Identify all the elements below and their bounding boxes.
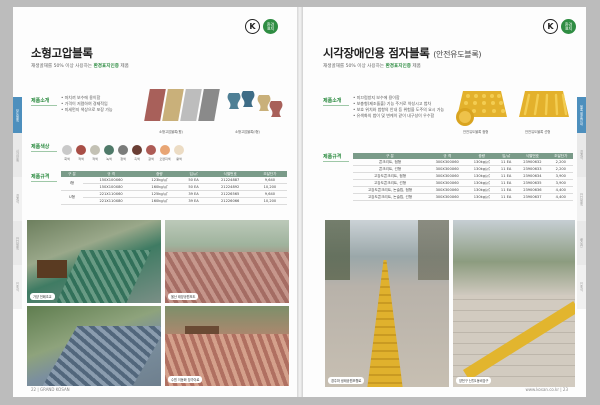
color-swatch: 황색: [173, 145, 185, 161]
side-tab[interactable]: 경계석: [13, 177, 22, 221]
swatch-dot: [174, 145, 184, 155]
divider: [31, 105, 57, 106]
page-title: 시각장애인용 점자블록 (안전유도블록): [323, 46, 482, 60]
feature-item: • 미세먼지 색상으로 포장 가능: [61, 107, 113, 112]
page-folio: www.kosan.co.kr | 23: [525, 387, 568, 392]
color-swatch: 청색: [117, 145, 129, 161]
color-swatch: 녹색: [103, 145, 115, 161]
divider: [323, 161, 349, 162]
table-row: 콘크리트, 선형 300X300X60 130kg/㎡ 11 EA 23900633 2,…: [353, 165, 573, 173]
swatch-dot: [104, 145, 114, 155]
tactile-block-dot: [453, 87, 513, 129]
page-subtitle: 재생골재를 50% 이상 사용하는 환경표지인증 제품: [323, 64, 421, 69]
spec-table: 구 분 규 격 중량 입/㎡ 식별번호 조달단가 I형 150X100X60 12…: [61, 171, 287, 205]
side-tab[interactable]: 시각장애: [13, 133, 22, 177]
side-tab[interactable]: 인조석: [13, 265, 22, 309]
divider: [31, 151, 57, 152]
table-row: 150X100X80 160kg/㎡ 50 EA 21224892 10,200: [61, 183, 287, 191]
right-page: 블록 제품안내 경계석 잔디블록 배수관 인조석 K 환경 표지 시각장애인용 점…: [303, 7, 586, 397]
ks-mark-icon: K: [245, 19, 260, 34]
photo-park-path: 가양 전폐초교: [27, 220, 161, 303]
table-row: U형 221X110X60 125kg/㎡ 39 EA 21226565 9,640: [61, 190, 287, 205]
feature-list: • 마치끼 보수에 용이함 • 가격이 저렴하여 경제적임 • 미세먼지 색상으…: [61, 95, 113, 113]
color-swatch: 오렌지색: [159, 145, 171, 161]
divider: [31, 181, 57, 182]
photo-garden-path: [27, 306, 161, 386]
tactile-block-line: [517, 87, 573, 129]
side-tab-active[interactable]: 블록 제품안내: [577, 97, 586, 133]
left-page: 보도블록 시각장애 경계석 잔디블록 인조석 K 환경 표지 소형고압블록 재생골…: [13, 7, 297, 397]
certification-logos: K 환경 표지: [245, 19, 278, 34]
photo-caption: 수원 이동화 장가야로: [168, 376, 203, 383]
right-side-tabs: 블록 제품안내 경계석 잔디블록 배수관 인조석: [577, 7, 586, 397]
photo-tactile-sidewalk: 경주마 생태공원보행로: [325, 220, 449, 387]
color-swatch: 적색: [75, 145, 87, 161]
eco-label-icon: 환경 표지: [561, 19, 576, 34]
side-tab[interactable]: 잔디블록: [13, 221, 22, 265]
page-title: 소형고압블록: [31, 46, 93, 60]
photo-plaza: 울산 태양공원보도: [165, 220, 289, 303]
photo-bench-walkway: 수원 이동화 장가야로: [165, 306, 289, 386]
color-swatches: 회색 적색 적색 녹색 청색 흑색 갈색 오렌지색 황색: [61, 145, 185, 161]
swatch-dot: [62, 145, 72, 155]
swatch-dot: [146, 145, 156, 155]
side-tab[interactable]: 잔디블록: [577, 177, 586, 221]
side-tab-active[interactable]: 보도블록: [13, 97, 22, 133]
block-image-i-shape: [225, 87, 285, 127]
color-swatch: 흑색: [131, 145, 143, 161]
divider: [323, 105, 349, 106]
color-swatch: 적색: [89, 145, 101, 161]
swatch-dot: [90, 145, 100, 155]
spec-table: 구 분 규 격 중량 입/㎡ 식별번호 조달단가 콘크리트, 점형 300X300…: [353, 153, 573, 201]
eco-label-icon: 환경 표지: [263, 19, 278, 34]
page-folio: 22 | GRAND KOSAN: [31, 387, 70, 392]
side-tab[interactable]: 인조석: [577, 265, 586, 309]
photo-caption: 울산 태양공원보도: [168, 293, 199, 300]
side-tab[interactable]: 배수관: [577, 221, 586, 265]
certification-logos: K 환경 표지: [543, 19, 576, 34]
features-heading: 제품소개: [31, 98, 50, 104]
table-row: 고강도콘크리트, 점형 300X300X60 130kg/㎡ 11 EA 2390063…: [353, 172, 573, 180]
swatch-dot: [132, 145, 142, 155]
block-caption: 소형고압블록(I형): [235, 130, 260, 134]
spec-heading: 제품규격: [323, 154, 342, 160]
feature-list: • 미끄럼방지 보수에 용이함 • 보충형(제조돌출) 기능 주거로 약성시고 …: [353, 95, 444, 119]
block-caption: 안전유도블록 점형: [463, 130, 489, 134]
feature-item: • 유색화의 범이 및 변케이 같이 내구성이 우수함: [353, 113, 435, 118]
photo-caption: 경주마 생태공원보행로: [328, 377, 365, 384]
ks-mark-icon: K: [543, 19, 558, 34]
swatch-dot: [160, 145, 170, 155]
colors-heading: 제품색상: [31, 144, 50, 150]
swatch-dot: [76, 145, 86, 155]
swatch-dot: [118, 145, 128, 155]
color-swatch: 회색: [61, 145, 73, 161]
photo-caption: 양천구 신월1동비앙구: [456, 377, 492, 384]
table-row: 고강도콘크리트, 선형 300X300X60 130kg/㎡ 11 EA 2390063…: [353, 179, 573, 187]
left-side-tabs: 보도블록 시각장애 경계석 잔디블록 인조석: [13, 7, 22, 397]
photo-tactile-walkway: 양천구 신월1동비앙구: [453, 220, 575, 387]
spec-heading: 제품규격: [31, 174, 50, 180]
features-heading: 제품소개: [323, 98, 342, 104]
table-row: 221X110X80 160kg/㎡ 39 EA 21226066 10,200: [61, 197, 287, 205]
table-row: 고강도콘크리트, 논슬립, 점형 300X300X60 130kg/㎡ 11 EA 23…: [353, 186, 573, 194]
table-row: 고강도콘크리트, 논슬립, 선형 300X300X60 130kg/㎡ 11 EA 23…: [353, 193, 573, 201]
page-subtitle: 재생골재를 50% 이상 사용하는 환경표지인증 제품: [31, 64, 129, 69]
photo-caption: 가양 전폐초교: [30, 293, 55, 300]
color-swatch: 갈색: [145, 145, 157, 161]
block-image-flat: [144, 87, 225, 127]
side-tab[interactable]: 경계석: [577, 133, 586, 177]
block-caption: 소형고압블록(평): [159, 130, 183, 134]
block-caption: 안전유도블록 선형: [525, 130, 551, 134]
